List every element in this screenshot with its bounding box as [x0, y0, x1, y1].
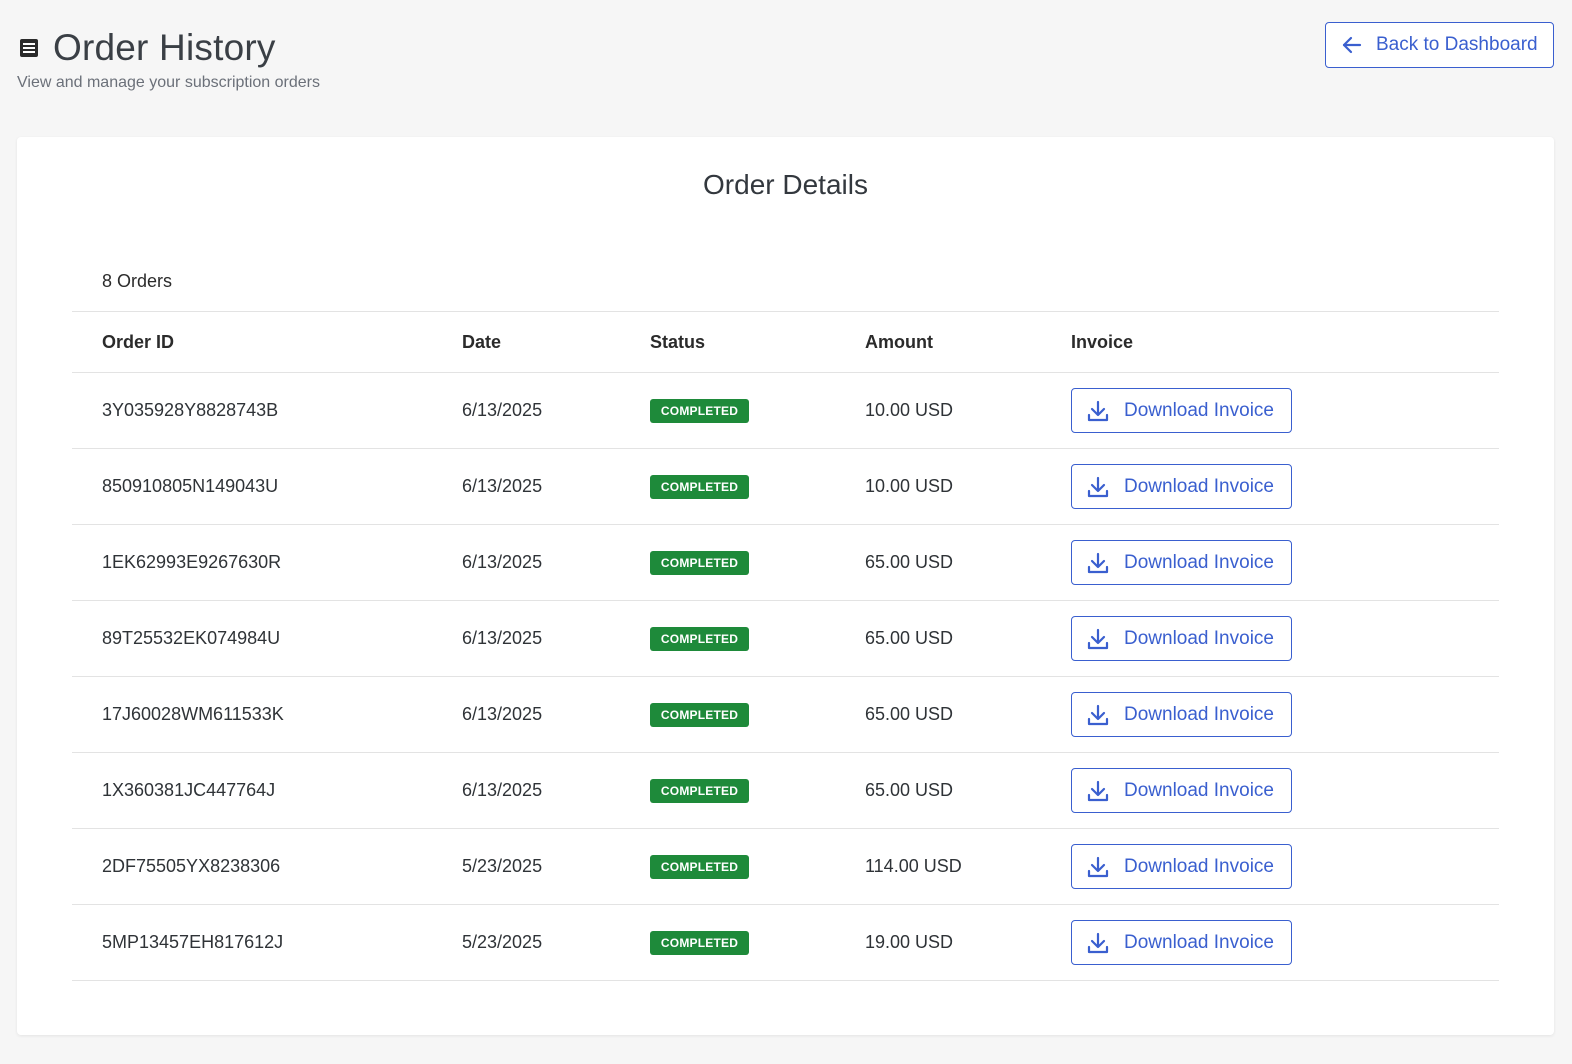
invoice-cell: Download Invoice: [1071, 373, 1292, 448]
amount-cell: 65.00 USD: [865, 628, 954, 648]
invoice-cell: Download Invoice: [1071, 601, 1292, 676]
order-id-cell: 2DF75505YX8238306: [102, 856, 281, 876]
date-cell: 6/13/2025: [462, 552, 543, 572]
table-row: 2DF75505YX8238306 5/23/2025 COMPLETED 11…: [72, 829, 1499, 905]
table-header: Order ID Date Status Amount Invoice: [72, 312, 1499, 373]
download-icon: [1086, 931, 1110, 955]
status-cell: COMPLETED: [650, 677, 749, 752]
download-invoice-button[interactable]: Download Invoice: [1071, 464, 1292, 509]
column-header-invoice: Invoice: [1071, 331, 1134, 352]
download-icon: [1086, 475, 1110, 499]
card-title: Order Details: [703, 169, 868, 200]
table-row: 1EK62993E9267630R 6/13/2025 COMPLETED 65…: [72, 525, 1499, 601]
download-invoice-label: Download Invoice: [1124, 551, 1274, 573]
table-row: 17J60028WM611533K 6/13/2025 COMPLETED 65…: [72, 677, 1499, 753]
download-invoice-button[interactable]: Download Invoice: [1071, 844, 1292, 889]
invoice-cell: Download Invoice: [1071, 905, 1292, 980]
amount-cell: 10.00 USD: [865, 476, 954, 496]
status-cell: COMPLETED: [650, 601, 749, 676]
download-invoice-label: Download Invoice: [1124, 855, 1274, 877]
status-cell: COMPLETED: [650, 905, 749, 980]
amount-cell: 65.00 USD: [865, 780, 954, 800]
date-cell: 5/23/2025: [462, 856, 543, 876]
invoice-cell: Download Invoice: [1071, 829, 1292, 904]
date-cell: 6/13/2025: [462, 628, 543, 648]
status-badge: COMPLETED: [650, 854, 749, 879]
status-badge: COMPLETED: [650, 930, 749, 955]
order-id-cell: 17J60028WM611533K: [102, 704, 284, 724]
order-id-cell: 850910805N149043U: [102, 476, 279, 496]
download-invoice-label: Download Invoice: [1124, 703, 1274, 725]
date-cell: 6/13/2025: [462, 780, 543, 800]
order-id-cell: 1EK62993E9267630R: [102, 552, 282, 572]
download-invoice-button[interactable]: Download Invoice: [1071, 540, 1292, 585]
date-cell: 5/23/2025: [462, 932, 543, 952]
back-button-label: Back to Dashboard: [1376, 34, 1538, 55]
date-cell: 6/13/2025: [462, 476, 543, 496]
page-title: Order History: [53, 27, 276, 68]
download-invoice-button[interactable]: Download Invoice: [1071, 920, 1292, 965]
status-badge: COMPLETED: [650, 702, 749, 727]
table-row: 850910805N149043U 6/13/2025 COMPLETED 10…: [72, 449, 1499, 525]
title-row: Order History: [19, 26, 276, 70]
document-list-icon: [19, 38, 39, 58]
amount-cell: 19.00 USD: [865, 932, 954, 952]
page-subtitle: View and manage your subscription orders: [17, 74, 320, 91]
download-invoice-label: Download Invoice: [1124, 931, 1274, 953]
status-badge: COMPLETED: [650, 778, 749, 803]
date-cell: 6/13/2025: [462, 400, 543, 420]
download-icon: [1086, 855, 1110, 879]
order-details-card: Order Details 8 Orders Order ID Date Sta…: [17, 137, 1554, 1035]
status-cell: COMPLETED: [650, 449, 749, 524]
status-cell: COMPLETED: [650, 829, 749, 904]
orders-table: Order ID Date Status Amount Invoice 3Y03…: [72, 311, 1499, 981]
column-header-amount: Amount: [865, 331, 933, 352]
column-header-order-id: Order ID: [102, 331, 175, 352]
download-invoice-button[interactable]: Download Invoice: [1071, 768, 1292, 813]
download-invoice-label: Download Invoice: [1124, 779, 1274, 801]
amount-cell: 10.00 USD: [865, 400, 954, 420]
table-row: 1X360381JC447764J 6/13/2025 COMPLETED 65…: [72, 753, 1499, 829]
invoice-cell: Download Invoice: [1071, 525, 1292, 600]
arrow-left-icon: [1340, 33, 1364, 57]
table-row: 5MP13457EH817612J 5/23/2025 COMPLETED 19…: [72, 905, 1499, 981]
download-icon: [1086, 551, 1110, 575]
invoice-cell: Download Invoice: [1071, 753, 1292, 828]
download-icon: [1086, 627, 1110, 651]
amount-cell: 65.00 USD: [865, 552, 954, 572]
download-invoice-button[interactable]: Download Invoice: [1071, 616, 1292, 661]
status-cell: COMPLETED: [650, 753, 749, 828]
order-id-cell: 5MP13457EH817612J: [102, 932, 284, 952]
orders-count: 8 Orders: [102, 271, 173, 291]
column-header-date: Date: [462, 331, 502, 352]
status-badge: COMPLETED: [650, 474, 749, 499]
table-row: 3Y035928Y8828743B 6/13/2025 COMPLETED 10…: [72, 373, 1499, 449]
page-header: Order History View and manage your subsc…: [0, 0, 1572, 120]
column-header-status: Status: [650, 331, 706, 352]
download-invoice-label: Download Invoice: [1124, 627, 1274, 649]
status-badge: COMPLETED: [650, 550, 749, 575]
download-invoice-label: Download Invoice: [1124, 399, 1274, 421]
order-id-cell: 1X360381JC447764J: [102, 780, 276, 800]
invoice-cell: Download Invoice: [1071, 677, 1292, 752]
status-badge: COMPLETED: [650, 626, 749, 651]
amount-cell: 114.00 USD: [865, 856, 962, 876]
status-badge: COMPLETED: [650, 398, 749, 423]
download-invoice-button[interactable]: Download Invoice: [1071, 388, 1292, 433]
download-icon: [1086, 703, 1110, 727]
order-id-cell: 89T25532EK074984U: [102, 628, 281, 648]
status-cell: COMPLETED: [650, 373, 749, 448]
invoice-cell: Download Invoice: [1071, 449, 1292, 524]
amount-cell: 65.00 USD: [865, 704, 954, 724]
order-id-cell: 3Y035928Y8828743B: [102, 400, 279, 420]
download-invoice-button[interactable]: Download Invoice: [1071, 692, 1292, 737]
table-row: 89T25532EK074984U 6/13/2025 COMPLETED 65…: [72, 601, 1499, 677]
status-cell: COMPLETED: [650, 525, 749, 600]
download-invoice-label: Download Invoice: [1124, 475, 1274, 497]
download-icon: [1086, 779, 1110, 803]
download-icon: [1086, 399, 1110, 423]
back-to-dashboard-button[interactable]: Back to Dashboard: [1325, 22, 1554, 68]
date-cell: 6/13/2025: [462, 704, 543, 724]
